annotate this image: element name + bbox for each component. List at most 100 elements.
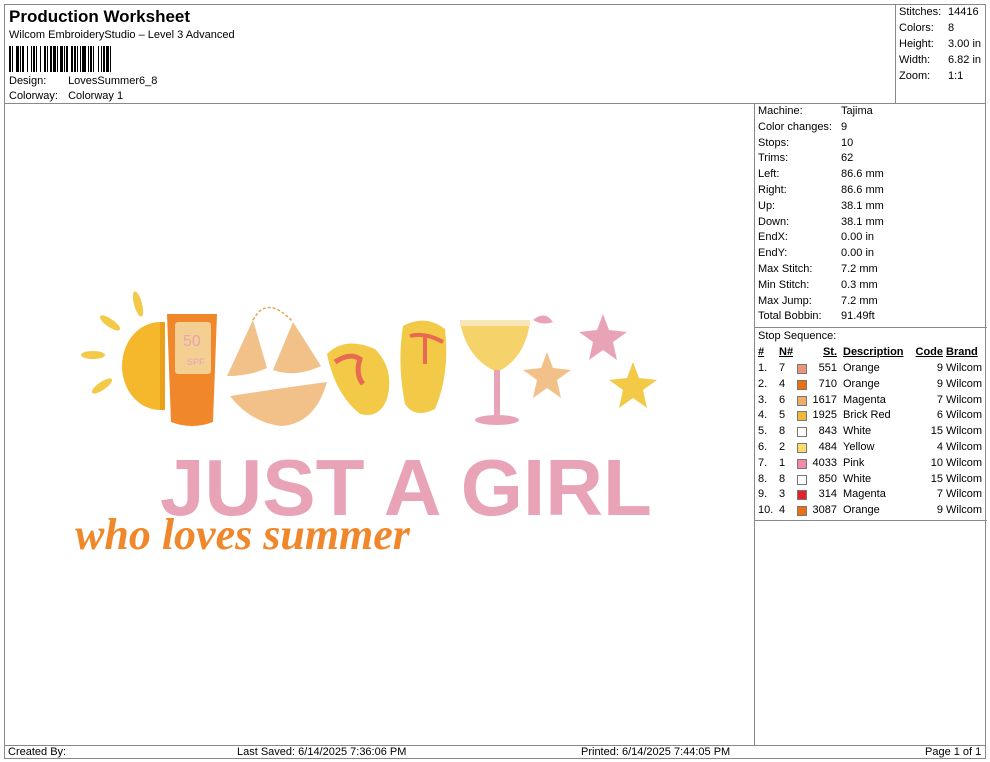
thread-brand: Wilcom bbox=[946, 456, 983, 469]
needle-number: 1 bbox=[779, 456, 786, 469]
thread-brand: Wilcom bbox=[946, 488, 983, 501]
stop-row: 1. 7 551 Orange 9 Wilcom bbox=[755, 362, 987, 378]
stop-index: 9. bbox=[758, 488, 768, 501]
summary-value: 3.00 in bbox=[948, 38, 982, 50]
colorway-label: Colorway: bbox=[9, 90, 58, 102]
machine-value: 7.2 mm bbox=[841, 263, 878, 275]
machine-label: Machine: bbox=[758, 105, 803, 117]
worksheet-footer: Created By: Last Saved: 6/14/2025 7:36:0… bbox=[5, 745, 986, 759]
printed-date: Printed: 6/14/2025 7:44:05 PM bbox=[581, 746, 731, 758]
header-idx: # bbox=[758, 346, 765, 358]
summary-colors: Colors: 8 bbox=[899, 22, 954, 34]
stitch-count: 314 bbox=[818, 488, 837, 501]
stop-index: 5. bbox=[758, 425, 768, 438]
color-description: Yellow bbox=[843, 441, 875, 453]
header-st: St. bbox=[822, 346, 837, 358]
machine-value: 0.00 in bbox=[841, 231, 875, 244]
stitch-count: 1925 bbox=[812, 409, 837, 422]
machine-label: Left: bbox=[758, 168, 780, 181]
barcode bbox=[9, 46, 214, 72]
summary-value: 14416 bbox=[948, 6, 979, 18]
stop-index: 3. bbox=[758, 393, 768, 406]
stop-index: 4. bbox=[758, 409, 768, 422]
stop-index: 8. bbox=[758, 472, 768, 485]
summary-value: 6.82 in bbox=[948, 54, 982, 66]
production-worksheet: Production Worksheet Wilcom EmbroiderySt… bbox=[4, 4, 987, 759]
color-code: 9 bbox=[936, 504, 943, 517]
header-n: N# bbox=[779, 346, 794, 358]
machine-label: Down: bbox=[758, 215, 790, 228]
stop-row: 3. 6 1617 Magenta 7 Wilcom bbox=[755, 394, 987, 410]
machine-label: Max Jump: bbox=[758, 294, 812, 307]
sun-icon bbox=[81, 291, 165, 410]
color-description: Orange bbox=[843, 504, 880, 517]
machine-value: 7.2 mm bbox=[841, 294, 878, 307]
stitch-count: 710 bbox=[818, 377, 837, 390]
colorway-value: Colorway 1 bbox=[68, 90, 124, 102]
design-preview: 50 SPF JUST A GIRL who loves summer bbox=[5, 104, 754, 745]
thread-brand: Wilcom bbox=[946, 362, 983, 374]
thread-brand: Wilcom bbox=[946, 504, 983, 517]
machine-value: 0.3 mm bbox=[841, 278, 878, 291]
stop-index: 6. bbox=[758, 441, 768, 453]
machine-value: 86.6 mm bbox=[841, 184, 884, 196]
machine-label: Trims: bbox=[758, 152, 789, 165]
stop-table-header: # N# St. Description Code Brand bbox=[755, 346, 987, 362]
thread-brand: Wilcom bbox=[946, 393, 983, 406]
machine-value: 86.6 mm bbox=[841, 168, 884, 181]
color-description: Pink bbox=[843, 456, 865, 469]
stop-index: 1. bbox=[758, 362, 768, 374]
color-description: Orange bbox=[843, 362, 880, 374]
sunscreen-icon: 50 SPF bbox=[167, 314, 217, 426]
machine-value: Tajima bbox=[841, 105, 873, 117]
needle-number: 6 bbox=[779, 393, 786, 406]
stop-row: 5. 8 843 White 15 Wilcom bbox=[755, 425, 987, 441]
header-brand: Brand bbox=[946, 346, 978, 358]
design-line: Design: LovesSummer6_8 bbox=[9, 75, 157, 87]
machine-value: 10 bbox=[841, 136, 854, 149]
stitch-count: 1617 bbox=[812, 393, 837, 406]
summary-value: 1:1 bbox=[948, 70, 964, 82]
colorway-line: Colorway: Colorway 1 bbox=[9, 90, 123, 102]
machine-row: Total Bobbin: 91.49ft bbox=[758, 310, 875, 322]
needle-number: 2 bbox=[779, 441, 786, 453]
design-value: LovesSummer6_8 bbox=[68, 75, 158, 87]
machine-label: Max Stitch: bbox=[758, 263, 813, 275]
spf-label: SPF bbox=[187, 357, 205, 367]
header-code: Code bbox=[915, 346, 944, 358]
color-code: 15 bbox=[930, 472, 943, 485]
machine-row: Up: 38.1 mm bbox=[758, 200, 884, 212]
color-code: 9 bbox=[936, 362, 943, 374]
stitch-count: 484 bbox=[818, 441, 837, 453]
color-code: 10 bbox=[930, 456, 943, 469]
color-swatch bbox=[797, 379, 807, 390]
thread-brand: Wilcom bbox=[946, 377, 983, 390]
needle-number: 5 bbox=[779, 409, 786, 422]
stitch-count: 551 bbox=[818, 362, 837, 374]
summary-label: Stitches: bbox=[899, 6, 942, 18]
needle-number: 3 bbox=[779, 488, 786, 501]
color-swatch bbox=[797, 395, 807, 406]
color-swatch bbox=[797, 443, 807, 453]
created-by: Created By: bbox=[8, 746, 67, 758]
needle-number: 8 bbox=[779, 425, 786, 438]
machine-row: Min Stitch: 0.3 mm bbox=[758, 279, 878, 291]
machine-label: Color changes: bbox=[758, 120, 832, 133]
machine-label: EndX: bbox=[758, 231, 788, 244]
machine-value: 38.1 mm bbox=[841, 199, 884, 212]
machine-row: Stops: 10 bbox=[758, 137, 853, 149]
stop-row: 4. 5 1925 Brick Red 6 Wilcom bbox=[755, 409, 987, 425]
spf-number: 50 bbox=[183, 333, 201, 350]
summary-label: Width: bbox=[899, 54, 931, 66]
stop-row: 2. 4 710 Orange 9 Wilcom bbox=[755, 378, 987, 394]
stitch-count: 850 bbox=[818, 472, 837, 485]
panel-divider bbox=[755, 327, 987, 328]
page-number: Page 1 of 1 bbox=[925, 746, 982, 758]
machine-value: 0.00 in bbox=[841, 247, 875, 260]
stop-row: 10. 4 3087 Orange 9 Wilcom bbox=[755, 504, 987, 520]
machine-row: Right: 86.6 mm bbox=[758, 184, 884, 196]
machine-row: EndY: 0.00 in bbox=[758, 247, 874, 259]
color-code: 4 bbox=[936, 441, 943, 453]
machine-label: Total Bobbin: bbox=[758, 310, 822, 323]
color-swatch bbox=[797, 506, 807, 517]
